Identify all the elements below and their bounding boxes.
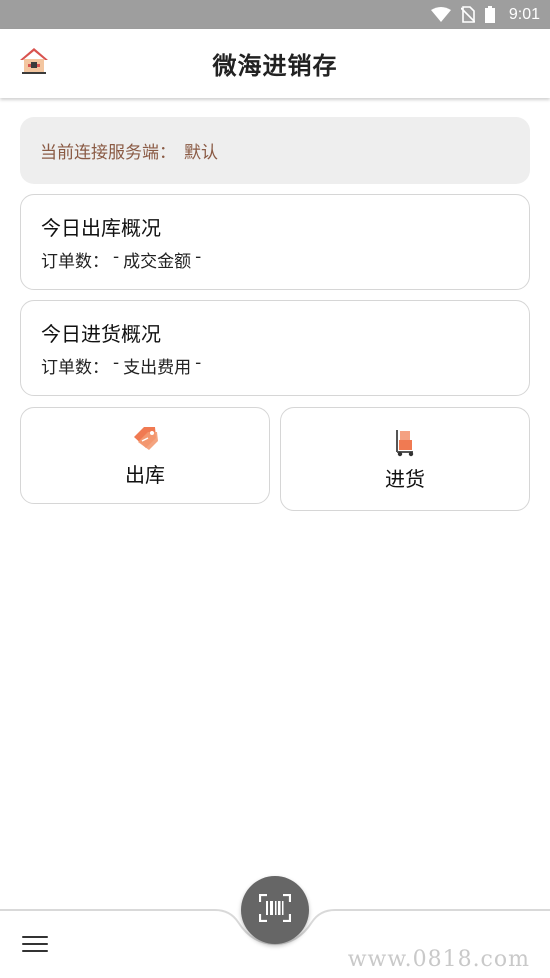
server-label: 当前连接服务端：	[40, 143, 176, 163]
outbound-label: 出库	[125, 463, 165, 487]
home-icon	[19, 47, 49, 79]
inbound-summary-card[interactable]: 今日进货概况 订单数： - 支出费用 -	[20, 300, 530, 396]
menu-icon-bar	[22, 950, 48, 952]
outbound-summary-title: 今日出库概况	[41, 216, 161, 240]
outbound-summary-card[interactable]: 今日出库概况 订单数： - 成交金额 -	[20, 194, 530, 290]
inbound-summary-title: 今日进货概况	[41, 322, 161, 346]
watermark: www.0818.com	[347, 947, 530, 972]
home-button[interactable]	[17, 46, 51, 80]
inbound-button[interactable]: 进货	[280, 407, 530, 511]
expense-value: -	[195, 353, 202, 373]
inbound-label: 进货	[385, 466, 425, 491]
status-time: 9:01	[508, 5, 540, 23]
order-count-value: -	[113, 247, 120, 267]
inbound-summary-stats: 订单数： - 支出费用 -	[41, 353, 509, 378]
status-bar: 9:01	[0, 0, 550, 29]
wifi-icon	[430, 6, 451, 23]
server-value: 默认	[184, 143, 218, 163]
app-title: 微海进销存	[212, 52, 338, 80]
menu-button[interactable]	[22, 934, 48, 954]
deal-amount-value: -	[195, 247, 202, 267]
menu-icon-bar	[22, 936, 48, 938]
barcode-scan-icon	[258, 893, 292, 926]
order-count-label: 订单数：	[41, 252, 109, 272]
no-sim-icon	[460, 6, 475, 23]
deal-amount-label: 成交金额	[123, 252, 192, 272]
battery-icon	[484, 6, 495, 23]
menu-icon-bar	[22, 943, 48, 945]
hand-truck-icon	[390, 427, 420, 457]
outbound-button[interactable]: 出库	[20, 407, 270, 504]
app-bar: 微海进销存	[0, 29, 550, 98]
price-tag-icon	[130, 423, 160, 453]
order-count-value: -	[113, 353, 120, 373]
expense-label: 支出费用	[123, 358, 192, 378]
server-connection-banner: 当前连接服务端： 默认	[20, 117, 530, 184]
order-count-label: 订单数：	[41, 358, 109, 378]
outbound-summary-stats: 订单数： - 成交金额 -	[41, 247, 509, 272]
scan-button[interactable]	[241, 876, 309, 944]
